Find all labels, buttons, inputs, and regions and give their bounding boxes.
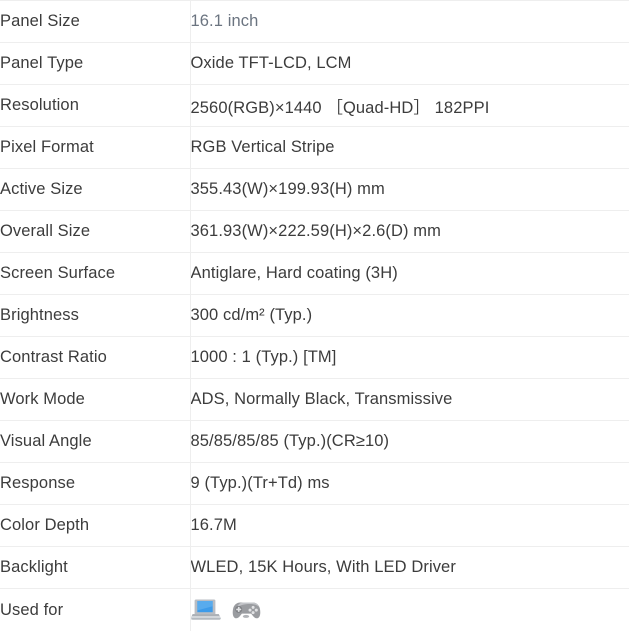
table-row: Active Size355.43(W)×199.93(H) mm xyxy=(0,169,629,211)
spec-label: Work Mode xyxy=(0,379,190,421)
table-row: Brightness300 cd/m² (Typ.) xyxy=(0,295,629,337)
spec-value: 355.43(W)×199.93(H) mm xyxy=(190,169,629,211)
spec-label: Active Size xyxy=(0,169,190,211)
spec-value: 16.7M xyxy=(190,505,629,547)
spec-label: Color Depth xyxy=(0,505,190,547)
spec-value: WLED, 15K Hours, With LED Driver xyxy=(190,547,629,589)
spec-value: 1000 : 1 (Typ.) [TM] xyxy=(190,337,629,379)
table-row: BacklightWLED, 15K Hours, With LED Drive… xyxy=(0,547,629,589)
specification-table-body: Panel Size16.1 inchPanel TypeOxide TFT-L… xyxy=(0,1,629,631)
spec-label: Screen Surface xyxy=(0,253,190,295)
table-row: Response9 (Typ.)(Tr+Td) ms xyxy=(0,463,629,505)
table-row: Panel TypeOxide TFT-LCD, LCM xyxy=(0,43,629,85)
spec-label: Response xyxy=(0,463,190,505)
spec-value: 361.93(W)×222.59(H)×2.6(D) mm xyxy=(190,211,629,253)
table-row: Overall Size361.93(W)×222.59(H)×2.6(D) m… xyxy=(0,211,629,253)
game-controller-icon xyxy=(230,597,262,623)
used-for-icon-strip xyxy=(191,589,629,631)
table-row: Screen SurfaceAntiglare, Hard coating (3… xyxy=(0,253,629,295)
spec-value: 300 cd/m² (Typ.) xyxy=(190,295,629,337)
spec-label: Overall Size xyxy=(0,211,190,253)
spec-label: Contrast Ratio xyxy=(0,337,190,379)
table-row: Resolution2560(RGB)×1440 ［Quad-HD］ 182PP… xyxy=(0,85,629,127)
spec-value: 2560(RGB)×1440 ［Quad-HD］ 182PPI xyxy=(190,85,629,127)
spec-label: Backlight xyxy=(0,547,190,589)
spec-label: Panel Size xyxy=(0,1,190,43)
spec-value: ADS, Normally Black, Transmissive xyxy=(190,379,629,421)
spec-label: Resolution xyxy=(0,85,190,127)
spec-value xyxy=(190,589,629,631)
spec-value: Antiglare, Hard coating (3H) xyxy=(190,253,629,295)
table-row: Panel Size16.1 inch xyxy=(0,1,629,43)
spec-value: Oxide TFT-LCD, LCM xyxy=(190,43,629,85)
laptop-icon xyxy=(191,597,221,623)
table-row: Visual Angle85/85/85/85 (Typ.)(CR≥10) xyxy=(0,421,629,463)
spec-label: Brightness xyxy=(0,295,190,337)
spec-label: Visual Angle xyxy=(0,421,190,463)
table-row: Used for xyxy=(0,589,629,631)
spec-value: 16.1 inch xyxy=(190,1,629,43)
spec-value: 9 (Typ.)(Tr+Td) ms xyxy=(190,463,629,505)
table-row: Pixel FormatRGB Vertical Stripe xyxy=(0,127,629,169)
table-row: Color Depth16.7M xyxy=(0,505,629,547)
spec-value: 85/85/85/85 (Typ.)(CR≥10) xyxy=(190,421,629,463)
table-row: Work ModeADS, Normally Black, Transmissi… xyxy=(0,379,629,421)
spec-label: Used for xyxy=(0,589,190,631)
specification-table: Panel Size16.1 inchPanel TypeOxide TFT-L… xyxy=(0,0,629,631)
spec-label: Panel Type xyxy=(0,43,190,85)
table-row: Contrast Ratio1000 : 1 (Typ.) [TM] xyxy=(0,337,629,379)
spec-value: RGB Vertical Stripe xyxy=(190,127,629,169)
spec-label: Pixel Format xyxy=(0,127,190,169)
